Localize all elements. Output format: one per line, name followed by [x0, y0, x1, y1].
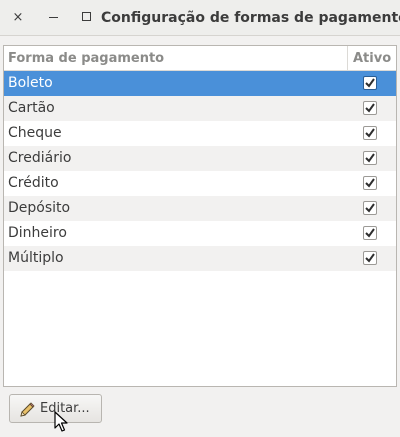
- payment-method-label: Depósito: [8, 200, 71, 216]
- close-button[interactable]: ×: [8, 8, 28, 28]
- payment-method-label: Crediário: [8, 150, 72, 166]
- payment-method-label: Boleto: [8, 75, 53, 91]
- payment-methods-list[interactable]: Forma de pagamento Ativo Boleto Cartão Che…: [3, 45, 397, 387]
- checkmark-icon: [365, 78, 375, 88]
- list-item[interactable]: Crédito: [4, 171, 396, 196]
- window-title: Configuração de formas de pagamento: [101, 10, 400, 26]
- column-header-payment-method[interactable]: Forma de pagamento: [8, 46, 164, 71]
- active-checkbox[interactable]: [363, 151, 377, 165]
- pencil-icon: [19, 401, 35, 428]
- minimize-button[interactable]: [43, 8, 63, 28]
- maximize-icon: [81, 11, 91, 21]
- list-item[interactable]: Múltiplo: [4, 246, 396, 271]
- dialog-window: × Configuração de formas de pagamento Fo…: [0, 0, 400, 437]
- active-checkbox[interactable]: [363, 226, 377, 240]
- mouse-cursor-icon: [54, 411, 68, 437]
- checkmark-icon: [365, 178, 375, 188]
- payment-method-label: Dinheiro: [8, 225, 67, 241]
- list-body: Boleto Cartão Cheque Crediário Crédito Depósi…: [4, 71, 396, 271]
- payment-method-label: Múltiplo: [8, 250, 64, 266]
- checkmark-icon: [365, 153, 375, 163]
- list-item[interactable]: Depósito: [4, 196, 396, 221]
- title-bar: × Configuração de formas de pagamento: [0, 0, 400, 36]
- list-header: Forma de pagamento Ativo: [4, 46, 396, 71]
- checkmark-icon: [365, 228, 375, 238]
- active-checkbox[interactable]: [363, 101, 377, 115]
- list-item[interactable]: Crediário: [4, 146, 396, 171]
- list-item[interactable]: Boleto: [4, 71, 396, 96]
- active-checkbox[interactable]: [363, 126, 377, 140]
- column-header-active[interactable]: Ativo: [347, 46, 397, 71]
- maximize-button[interactable]: [76, 8, 96, 28]
- list-item[interactable]: Cheque: [4, 121, 396, 146]
- checkmark-icon: [365, 253, 375, 263]
- active-checkbox[interactable]: [363, 176, 377, 190]
- checkmark-icon: [365, 203, 375, 213]
- payment-method-label: Cheque: [8, 125, 62, 141]
- payment-method-label: Cartão: [8, 100, 55, 116]
- list-item[interactable]: Cartão: [4, 96, 396, 121]
- checkmark-icon: [365, 128, 375, 138]
- checkmark-icon: [365, 103, 375, 113]
- payment-method-label: Crédito: [8, 175, 59, 191]
- active-checkbox[interactable]: [363, 251, 377, 265]
- close-icon: ×: [12, 10, 24, 25]
- list-item[interactable]: Dinheiro: [4, 221, 396, 246]
- active-checkbox[interactable]: [363, 76, 377, 90]
- minimize-icon: [48, 17, 58, 18]
- active-checkbox[interactable]: [363, 201, 377, 215]
